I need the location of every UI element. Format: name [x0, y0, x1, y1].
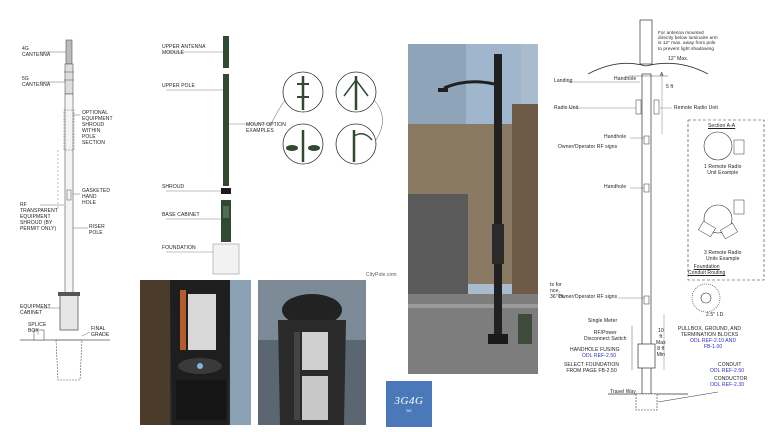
label-conduit-diameter: 2.5" I.D. [706, 312, 725, 318]
label-ref-250a: ODL REF-2.50 [582, 353, 617, 359]
cabinet-photo-2 [258, 280, 366, 425]
label-foundation: FOUNDATION [162, 245, 196, 251]
label-section-a-a: Section A-A [708, 123, 736, 129]
pole-components-diagram: UPPER ANTENNA MODULE UPPER POLE MOUNT OP… [128, 0, 408, 278]
label-radio-unit: Radio Unit [554, 105, 579, 111]
label-rf-power-switch: RF/Power Disconnect Switch [584, 330, 627, 342]
label-one-rru-example: 1 Remote Radio Unit Example [704, 164, 742, 176]
label-handhole-low: Handhole [604, 184, 627, 190]
citypole-watermark: CityPole.com [366, 272, 397, 278]
street-pole-photo [408, 44, 538, 374]
pole-elevation-drawing: 4G CANTENNA 5G CANTENNA OPTIONAL EQUIPME… [0, 0, 128, 432]
3g4g-logo: 3G4G 5G [386, 381, 432, 427]
label-rf-transparent-shroud: RF TRANSPARENT EQUIPMENT SHROUD (BY PERM… [20, 202, 58, 232]
label-foundation-conduit: Foundation Conduit Routing [688, 264, 726, 276]
logo-subtext: 5G [406, 408, 412, 413]
label-three-rru-example: 3 Remote Radio Units Example [704, 250, 742, 262]
street-photo-svg [408, 44, 538, 374]
label-final-grade: FINAL GRADE [91, 326, 110, 338]
label-shroud: SHROUD [162, 184, 185, 190]
label-rf-signs-top: Owner/Operator RF signs [558, 144, 618, 150]
cabinet-photo-1-svg [140, 280, 251, 425]
label-riser-pole: RISER POLE [89, 224, 105, 236]
label-ref-conduit: ODL REF-2.50 [710, 368, 745, 374]
components-svg [166, 36, 383, 275]
label-landing: Landing [554, 78, 573, 84]
label-base-cabinet: BASE CABINET [162, 212, 200, 218]
label-equipment-cabinet: EQUIPMENT CABINET [20, 304, 51, 316]
small-cell-spec-drawing: For antenna mounted directly below lumin… [548, 14, 768, 418]
label-select-foundation: SELECT FOUNDATION FROM PAGE FB-2.50 [564, 362, 620, 374]
label-mount-option-examples: MOUNT OPTION EXAMPLES [246, 122, 286, 134]
label-single-meter: Single Meter [588, 318, 618, 324]
label-letter-a: A [660, 72, 664, 78]
label-remote-radio-unit: Remote Radio Unit [674, 105, 718, 111]
label-optional-shroud: OPTIONAL EQUIPMENT SHROUD WITHIN POLE SE… [82, 110, 113, 146]
cabinet-photo-1 [140, 280, 251, 425]
label-4g-cantenna: 4G CANTENNA [22, 46, 51, 58]
label-travel-way: Travel Way [610, 389, 636, 395]
label-gasketed-hand-hole: GASKETED HAND HOLE [82, 188, 111, 206]
logo-text: 3G4G [394, 395, 424, 407]
label-splice-box: SPLICE BOX [28, 322, 47, 334]
label-handhole-mid: Handhole [604, 134, 627, 140]
cabinet-photo-2-svg [258, 280, 366, 425]
label-upper-pole: UPPER POLE [162, 83, 195, 89]
label-5g-cantenna: 5G CANTENNA [22, 76, 51, 88]
label-pullbox: PULLBOX, GROUND, AND TERMINATION BLOCKS [678, 326, 742, 338]
label-upper-antenna-module: UPPER ANTENNA MODULE [162, 44, 206, 56]
label-12-max: 12" Max. [668, 56, 689, 62]
label-rf-signs-low: Owner/Operator RF signs [558, 294, 618, 300]
label-10ft-max: 10 ft Max 8 ft Min [656, 328, 666, 358]
label-ref-pullbox: ODL REF-2.10 AND FB-1.00 [690, 338, 737, 350]
label-ref-conductor: ODL REF-2.30 [710, 382, 745, 388]
label-dim-5ft: 5 ft [666, 84, 674, 90]
label-antenna-note: For antenna mounted directly below lumin… [658, 30, 718, 51]
label-handhole-top: Handhole [614, 76, 637, 82]
